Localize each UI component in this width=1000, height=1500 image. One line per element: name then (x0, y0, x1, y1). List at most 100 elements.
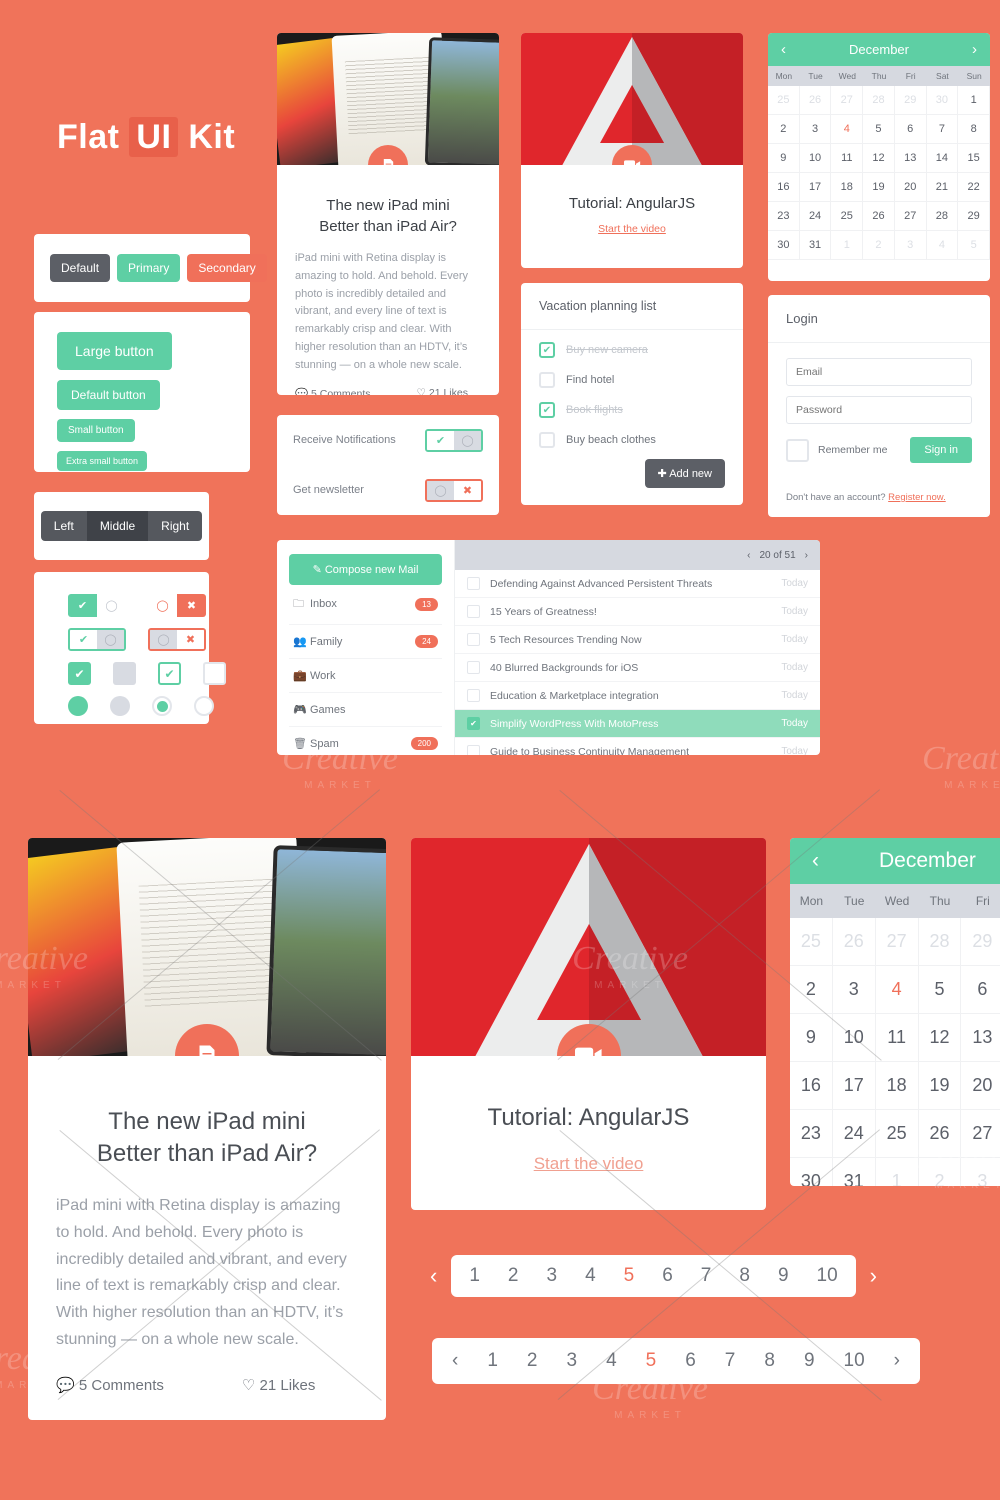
likes-count[interactable]: ♡ 21 Likes (417, 387, 468, 395)
pagination-page[interactable]: 8 (764, 1350, 775, 1372)
primary-button[interactable]: Primary (117, 254, 181, 282)
password-field[interactable] (786, 396, 972, 424)
calendar-day[interactable]: 13 (894, 144, 927, 173)
calendar-day[interactable]: 31 (799, 231, 832, 260)
pagination-page[interactable]: 3 (546, 1265, 557, 1287)
pagination-page[interactable]: 4 (606, 1350, 617, 1372)
calendar-day[interactable]: 28 (863, 86, 895, 115)
mail-message-checkbox[interactable] (467, 605, 480, 618)
vacation-item[interactable]: Find hotel (539, 372, 725, 388)
checkbox-filled-unchecked[interactable] (113, 662, 136, 685)
mail-message-checkbox[interactable] (467, 661, 480, 674)
calendar-day[interactable]: 17 (799, 173, 832, 202)
calendar-day[interactable]: 6 (961, 966, 1000, 1014)
chevron-right-icon[interactable]: › (894, 1350, 900, 1372)
newsletter-toggle[interactable]: ◯ ✖ (425, 478, 483, 502)
calendar-day[interactable]: 13 (961, 1014, 1000, 1062)
radio-outline-unselected[interactable] (194, 696, 214, 716)
pagination-page[interactable]: 1 (487, 1350, 498, 1372)
calendar-day[interactable]: 21 (926, 173, 959, 202)
calendar-day[interactable]: 2 (919, 1158, 962, 1186)
calendar-day[interactable]: 9 (768, 144, 800, 173)
toggle-red-on[interactable]: ◯ ✖ (148, 594, 206, 617)
receive-notifications-toggle[interactable]: ✔ ◯ (425, 428, 483, 452)
calendar-day[interactable]: 28 (918, 918, 962, 966)
register-link[interactable]: Register now. (888, 492, 946, 503)
calendar-day[interactable]: 3 (961, 1158, 1000, 1186)
pagination-page[interactable]: 10 (817, 1265, 838, 1287)
mail-folder-work[interactable]: 💼 Work (289, 659, 442, 693)
vacation-item-checkbox[interactable] (539, 372, 555, 388)
calendar-day[interactable]: 12 (863, 144, 895, 173)
calendar-day[interactable]: 1 (876, 1158, 919, 1186)
pagination-page[interactable]: 3 (566, 1350, 577, 1372)
sign-in-button[interactable]: Sign in (910, 437, 972, 463)
calendar-day[interactable]: 1 (831, 231, 864, 260)
mail-folder-inbox[interactable]: 🗀 Inbox 13 (289, 585, 442, 625)
add-new-button[interactable]: ✚ Add new (644, 459, 725, 488)
pagination-page[interactable]: 9 (804, 1350, 815, 1372)
calendar-day[interactable]: 4 (875, 966, 919, 1014)
calendar-day[interactable]: 29 (961, 918, 1000, 966)
start-video-link-large[interactable]: Start the video (534, 1154, 644, 1174)
calendar-day[interactable]: 10 (832, 1014, 876, 1062)
comments-count[interactable]: 💬 5 Comments (295, 387, 371, 395)
radio-outline-selected[interactable] (152, 696, 172, 716)
calendar-day[interactable]: 2 (768, 115, 800, 144)
mail-message-row[interactable]: Defending Against Advanced Persistent Th… (455, 570, 820, 598)
calendar-day[interactable]: 1 (958, 86, 990, 115)
calendar-day[interactable]: 31 (833, 1158, 876, 1186)
calendar-day[interactable]: 11 (875, 1014, 919, 1062)
mail-folder-family[interactable]: 👥 Family 24 (289, 625, 442, 659)
calendar-day[interactable]: 10 (799, 144, 832, 173)
mail-message-checkbox[interactable] (467, 633, 480, 646)
calendar-day[interactable]: 30 (790, 1158, 833, 1186)
pagination-page[interactable]: 4 (585, 1265, 596, 1287)
email-field[interactable] (786, 358, 972, 386)
mail-message-row[interactable]: 15 Years of Greatness! Today (455, 598, 820, 626)
calendar-day[interactable]: 27 (831, 86, 864, 115)
calendar-day[interactable]: 16 (790, 1062, 833, 1110)
calendar-day[interactable]: 5 (958, 231, 990, 260)
calendar-day[interactable]: 29 (958, 202, 990, 231)
mail-message-row[interactable]: Guide to Business Continuity Management T… (455, 738, 820, 755)
calendar-day[interactable]: 18 (875, 1062, 919, 1110)
pagination-page[interactable]: 6 (662, 1265, 673, 1287)
mail-message-checkbox[interactable] (467, 689, 480, 702)
pagination-page[interactable]: 10 (844, 1350, 865, 1372)
calendar-day[interactable]: 27 (961, 1110, 1000, 1158)
pagination-page[interactable]: 9 (778, 1265, 789, 1287)
calendar-day[interactable]: 8 (958, 115, 990, 144)
calendar-day[interactable]: 20 (894, 173, 927, 202)
calendar-day[interactable]: 25 (790, 918, 833, 966)
pagination-page[interactable]: 1 (469, 1265, 480, 1287)
vacation-item[interactable]: ✔ Buy new camera (539, 342, 725, 358)
pagination-page[interactable]: 8 (739, 1265, 750, 1287)
pagination-page[interactable]: 7 (725, 1350, 736, 1372)
pagination-page[interactable]: 2 (527, 1350, 538, 1372)
likes-count[interactable]: ♡ 21 Likes (242, 1376, 316, 1394)
calendar-day[interactable]: 25 (768, 86, 800, 115)
toggle-red-outline[interactable]: ◯ ✖ (148, 628, 206, 651)
mail-message-row[interactable]: ✔ Simplify WordPress With MotoPress Today (455, 710, 820, 738)
calendar-day[interactable]: 4 (831, 115, 864, 144)
calendar-day[interactable]: 2 (863, 231, 895, 260)
calendar-day[interactable]: 19 (918, 1062, 962, 1110)
large-button[interactable]: Large button (57, 332, 172, 370)
toggle-green-on[interactable]: ✔ ◯ (68, 594, 126, 617)
mail-folder-games[interactable]: 🎮 Games (289, 693, 442, 727)
calendar-day[interactable]: 11 (831, 144, 864, 173)
checkbox-outline-checked[interactable]: ✔ (158, 662, 181, 685)
secondary-button[interactable]: Secondary (187, 254, 267, 282)
default-size-button[interactable]: Default button (57, 380, 160, 410)
segment-middle[interactable]: Middle (86, 511, 149, 541)
pagination-page[interactable]: 2 (508, 1265, 519, 1287)
small-button[interactable]: Small button (57, 419, 135, 442)
toggle-green-outline[interactable]: ✔ ◯ (68, 628, 126, 651)
mail-message-row[interactable]: 40 Blurred Backgrounds for iOS Today (455, 654, 820, 682)
calendar-day[interactable]: 26 (863, 202, 895, 231)
calendar-day[interactable]: 3 (894, 231, 927, 260)
mail-message-checkbox[interactable] (467, 577, 480, 590)
default-button[interactable]: Default (50, 254, 111, 282)
calendar-day[interactable]: 12 (918, 1014, 962, 1062)
